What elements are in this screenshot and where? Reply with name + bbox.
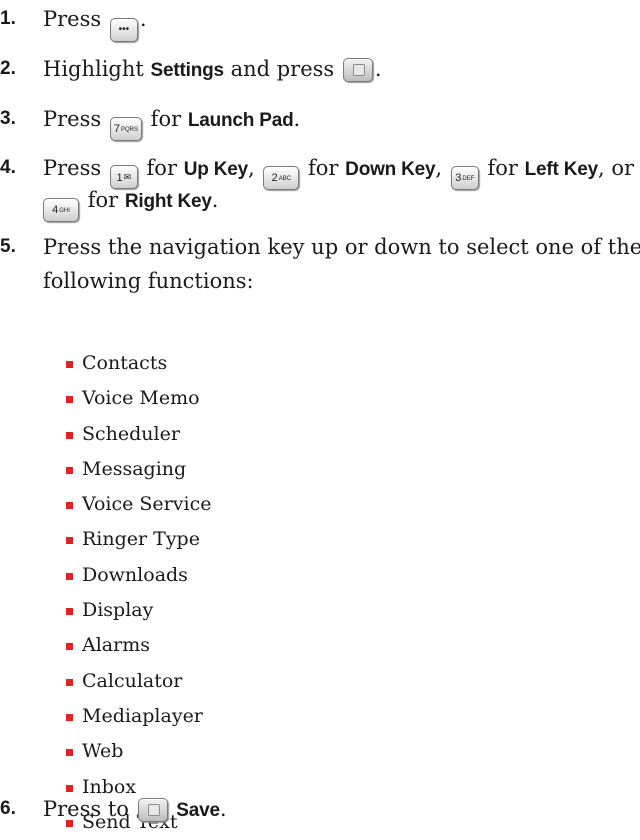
list-item: Calculator xyxy=(66,664,211,699)
key-digit: 7 xyxy=(113,123,120,135)
left-key-label: Left Key xyxy=(524,159,599,180)
step-text-fragment: , xyxy=(247,156,255,180)
instruction-page: 1. Press •••. 2. Highlight Settings and … xyxy=(0,0,640,833)
step-number: 2. xyxy=(0,58,16,79)
step-number: 4. xyxy=(0,157,16,178)
list-item: Ringer Type xyxy=(66,522,211,557)
step-number: 5. xyxy=(0,236,16,257)
step-text-fragment: . xyxy=(211,188,219,212)
key-letters: DEF xyxy=(462,176,475,182)
step-text-fragment: Press xyxy=(43,107,102,131)
menu-key-icon: ••• xyxy=(109,18,138,42)
step-text: following functions: xyxy=(43,269,254,293)
key-digit: 4 xyxy=(52,204,59,216)
step-text: Press •••. xyxy=(43,1,147,42)
step-text-fragment: for xyxy=(146,156,177,180)
step-number: 1. xyxy=(0,8,16,29)
down-key-label: Down Key xyxy=(345,159,436,180)
step-text-fragment: . xyxy=(374,57,382,81)
step-text: Press to Save. xyxy=(43,791,227,829)
step-text: Highlight Settings and press . xyxy=(43,51,382,89)
ok-key-icon xyxy=(342,58,373,82)
list-item: Voice Service xyxy=(66,487,211,522)
list-item: Downloads xyxy=(66,558,211,593)
settings-label: Settings xyxy=(150,60,225,81)
step-number: 6. xyxy=(0,798,16,819)
launch-pad-label: Launch Pad xyxy=(187,110,294,131)
key-4-icon: 4GHI xyxy=(43,198,79,222)
step-text-fragment: . xyxy=(219,797,227,821)
list-item: Scheduler xyxy=(66,417,211,452)
function-list: Contacts Voice Memo Scheduler Messaging … xyxy=(66,346,211,840)
step-text-fragment: . xyxy=(139,7,147,31)
step-text-fragment: , or xyxy=(598,156,635,180)
list-item: Alarms xyxy=(66,628,211,663)
step-text: 4GHI for Right Key. xyxy=(43,182,218,222)
step-text-fragment: and press xyxy=(230,57,335,81)
step-text-fragment: for xyxy=(487,156,518,180)
key-digit: 2 xyxy=(271,172,278,184)
step-text-fragment: Press xyxy=(43,7,102,31)
key-letters: ABC xyxy=(278,176,292,182)
step-text-fragment: . xyxy=(293,107,301,131)
step-text-fragment: Press xyxy=(43,156,102,180)
step-text: Press the navigation key up or down to s… xyxy=(43,235,640,259)
key-2-icon: 2ABC xyxy=(263,166,300,190)
key-letters: ✉ xyxy=(123,172,132,182)
key-7-icon: 7PQRS xyxy=(109,117,142,141)
list-item: Voice Memo xyxy=(66,381,211,416)
key-digit: 3 xyxy=(455,172,462,184)
save-label: Save xyxy=(176,800,220,821)
up-key-label: Up Key xyxy=(183,159,248,180)
list-item: Contacts xyxy=(66,346,211,381)
step-text-fragment: for xyxy=(308,156,339,180)
ok-key-icon xyxy=(137,798,168,822)
step-text: Press 7PQRS for Launch Pad. xyxy=(43,101,300,141)
key-3-icon: 3DEF xyxy=(450,166,479,190)
step-text-fragment: for xyxy=(150,107,182,131)
step-text-fragment: Press to xyxy=(43,797,129,821)
key-letters: GHI xyxy=(59,208,70,214)
right-key-label: Right Key xyxy=(124,191,212,212)
step-text-fragment: for xyxy=(87,188,119,212)
step-text-fragment: Highlight xyxy=(43,57,144,81)
step-text-fragment: , xyxy=(435,156,443,180)
key-letters: PQRS xyxy=(120,127,138,133)
step-number: 3. xyxy=(0,108,16,129)
list-item: Display xyxy=(66,593,211,628)
list-item: Messaging xyxy=(66,452,211,487)
list-item: Web xyxy=(66,734,211,769)
list-item: Mediaplayer xyxy=(66,699,211,734)
